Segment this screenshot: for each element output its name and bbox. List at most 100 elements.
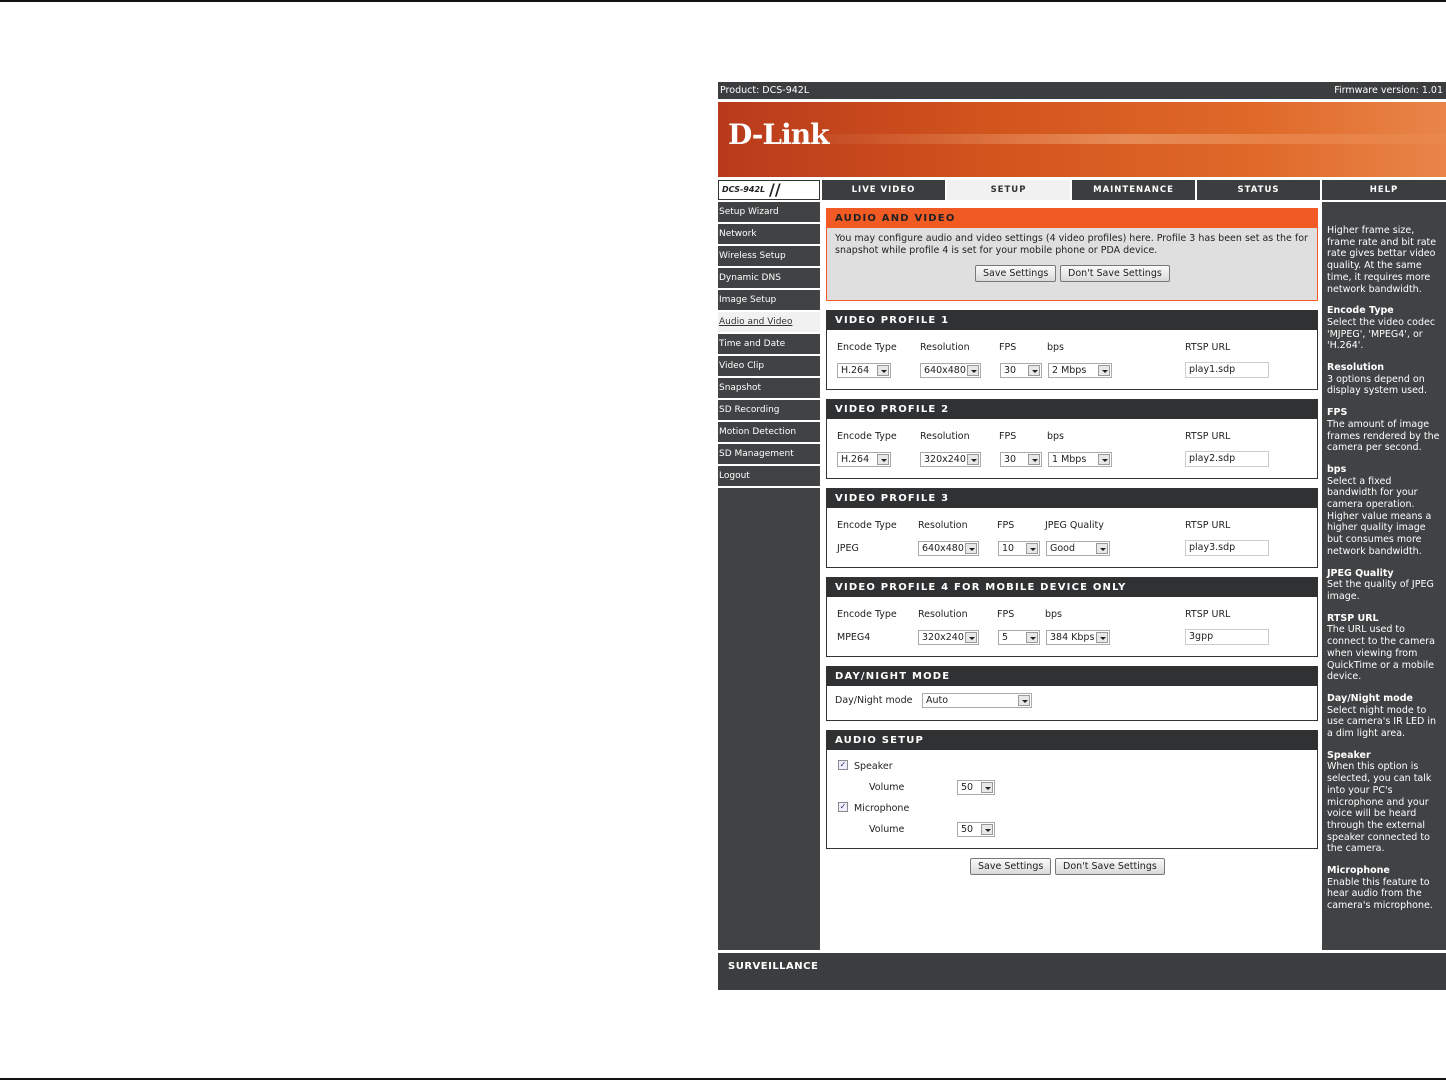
chevron-down-icon[interactable] (1028, 454, 1040, 465)
help-text: 3 options depend on display system used. (1327, 373, 1427, 397)
help-text: Select a fixed bandwidth for your camera… (1327, 475, 1432, 557)
chevron-down-icon[interactable] (981, 782, 993, 793)
microphone-checkbox[interactable]: ✓ (838, 802, 848, 812)
chevron-down-icon[interactable] (967, 454, 979, 465)
encode-type-select-value: H.264 (841, 365, 870, 376)
chevron-down-icon[interactable] (1096, 632, 1108, 643)
fps-select-value: 30 (1004, 454, 1017, 465)
tab-help[interactable]: HELP (1322, 180, 1446, 200)
help-entry: Day/Night mode Select night mode to use c… (1327, 693, 1441, 740)
sidebar-item-dynamic-dns[interactable]: Dynamic DNS (718, 268, 820, 290)
bps-select[interactable]: 1 Mbps (1048, 452, 1112, 467)
column-label: RTSP URL (1185, 520, 1231, 531)
sidebar-item-setup-wizard[interactable]: Setup Wizard (718, 202, 820, 224)
bps-select[interactable]: 2 Mbps (1048, 363, 1112, 378)
video-profile-3: VIDEO PROFILE 3 Encode Type Resolution FPS J… (826, 488, 1318, 568)
column-label: Encode Type (837, 609, 897, 620)
chevron-down-icon[interactable] (877, 454, 889, 465)
encode-type-value: MPEG4 (837, 632, 871, 643)
chevron-down-icon[interactable] (1028, 365, 1040, 376)
chevron-down-icon[interactable] (965, 543, 977, 554)
chevron-down-icon[interactable] (1026, 632, 1038, 643)
chevron-down-icon[interactable] (1098, 454, 1110, 465)
chevron-down-icon[interactable] (967, 365, 979, 376)
resolution-select-value: 640x480 (922, 543, 964, 554)
sidebar-item-image-setup[interactable]: Image Setup (718, 290, 820, 312)
dont-save-settings-button[interactable]: Don't Save Settings (1060, 265, 1170, 282)
top-bar: Product: DCS-942L Firmware version: 1.01 (718, 82, 1446, 99)
resolution-select[interactable]: 640x480 (920, 363, 981, 378)
fps-select[interactable]: 10 (998, 541, 1040, 556)
chevron-down-icon[interactable] (965, 632, 977, 643)
encode-type-select[interactable]: H.264 (837, 363, 891, 378)
save-settings-button[interactable]: Save Settings (970, 858, 1052, 875)
fps-select[interactable]: 30 (1000, 363, 1042, 378)
intro-section: AUDIO AND VIDEO You may configure audio … (826, 208, 1318, 301)
tab-maintenance[interactable]: MAINTENANCE (1072, 180, 1195, 200)
sidebar-item-time-and-date[interactable]: Time and Date (718, 334, 820, 356)
sidebar-item-motion-detection[interactable]: Motion Detection (718, 422, 820, 444)
section-title: VIDEO PROFILE 3 (827, 489, 1317, 508)
sidebar-item-logout[interactable]: Logout (718, 466, 820, 488)
resolution-select[interactable]: 640x480 (918, 541, 979, 556)
column-label: Resolution (920, 431, 970, 442)
help-title: JPEG Quality (1327, 567, 1394, 579)
rtsp-url-input[interactable]: 3gpp (1185, 629, 1269, 645)
section-title: VIDEO PROFILE 2 (827, 400, 1317, 419)
rtsp-url-input[interactable]: play3.sdp (1185, 540, 1269, 556)
sidebar-item-sd-recording[interactable]: SD Recording (718, 400, 820, 422)
intro-text: You may configure audio and video settin… (835, 233, 1308, 256)
microphone-label: Microphone (854, 803, 910, 814)
sidebar-item-video-clip[interactable]: Video Clip (718, 356, 820, 378)
speaker-checkbox[interactable]: ✓ (838, 760, 848, 770)
bps-select[interactable]: 384 Kbps (1046, 630, 1110, 645)
column-label: Resolution (918, 520, 968, 531)
sidebar-item-audio-and-video[interactable]: Audio and Video (718, 312, 820, 334)
section-title: VIDEO PROFILE 4 FOR MOBILE DEVICE ONLY (827, 578, 1317, 597)
sidebar-item-network[interactable]: Network (718, 224, 820, 246)
resolution-select[interactable]: 320x240 (920, 452, 981, 467)
chevron-down-icon[interactable] (1096, 543, 1108, 554)
speaker-volume-select[interactable]: 50 (957, 780, 995, 795)
video-profile-4: VIDEO PROFILE 4 FOR MOBILE DEVICE ONLY En… (826, 577, 1318, 657)
sidebar-item-snapshot[interactable]: Snapshot (718, 378, 820, 400)
day-night-select[interactable]: Auto (922, 693, 1032, 708)
resolution-select-value: 320x240 (924, 454, 966, 465)
dont-save-settings-button[interactable]: Don't Save Settings (1055, 858, 1165, 875)
model-badge: DCS-942L// (718, 180, 820, 200)
chevron-down-icon[interactable] (1018, 695, 1030, 706)
tab-status[interactable]: STATUS (1197, 180, 1320, 200)
microphone-volume-select[interactable]: 50 (957, 822, 995, 837)
help-title: Day/Night mode (1327, 692, 1413, 704)
video-profile-2: VIDEO PROFILE 2 Encode Type Resolution FPS b… (826, 399, 1318, 479)
encode-type-select[interactable]: H.264 (837, 452, 891, 467)
help-title: FPS (1327, 407, 1348, 419)
sidebar-item-sd-management[interactable]: SD Management (718, 444, 820, 466)
encode-type-select-value: H.264 (841, 454, 870, 465)
tab-live-video[interactable]: LIVE VIDEO (822, 180, 945, 200)
chevron-down-icon[interactable] (981, 824, 993, 835)
column-label: Encode Type (837, 342, 897, 353)
help-title: Speaker (1327, 749, 1371, 761)
section-title: VIDEO PROFILE 1 (827, 311, 1317, 330)
content: AUDIO AND VIDEO You may configure audio … (822, 202, 1320, 950)
chevron-down-icon[interactable] (877, 365, 889, 376)
tab-setup[interactable]: SETUP (947, 180, 1070, 200)
firmware-label: Firmware version: 1.01 (1334, 85, 1443, 96)
main-nav: DCS-942L// LIVE VIDEO SETUP MAINTENANCE … (718, 180, 1446, 200)
save-settings-button[interactable]: Save Settings (975, 265, 1057, 282)
chevron-down-icon[interactable] (1026, 543, 1038, 554)
jpeg-quality-select[interactable]: Good (1046, 541, 1110, 556)
rtsp-url-input[interactable]: play1.sdp (1185, 362, 1269, 378)
dlink-logo: D-Link (728, 118, 830, 151)
resolution-select[interactable]: 320x240 (918, 630, 979, 645)
video-profile-1: VIDEO PROFILE 1 Encode Type Resolution FPS b… (826, 310, 1318, 390)
day-night-label: Day/Night mode (835, 695, 913, 706)
resolution-select-value: 320x240 (922, 632, 964, 643)
bps-select-value: 384 Kbps (1050, 632, 1095, 643)
rtsp-url-input[interactable]: play2.sdp (1185, 451, 1269, 467)
chevron-down-icon[interactable] (1098, 365, 1110, 376)
sidebar-item-wireless-setup[interactable]: Wireless Setup (718, 246, 820, 268)
fps-select[interactable]: 5 (998, 630, 1040, 645)
fps-select[interactable]: 30 (1000, 452, 1042, 467)
